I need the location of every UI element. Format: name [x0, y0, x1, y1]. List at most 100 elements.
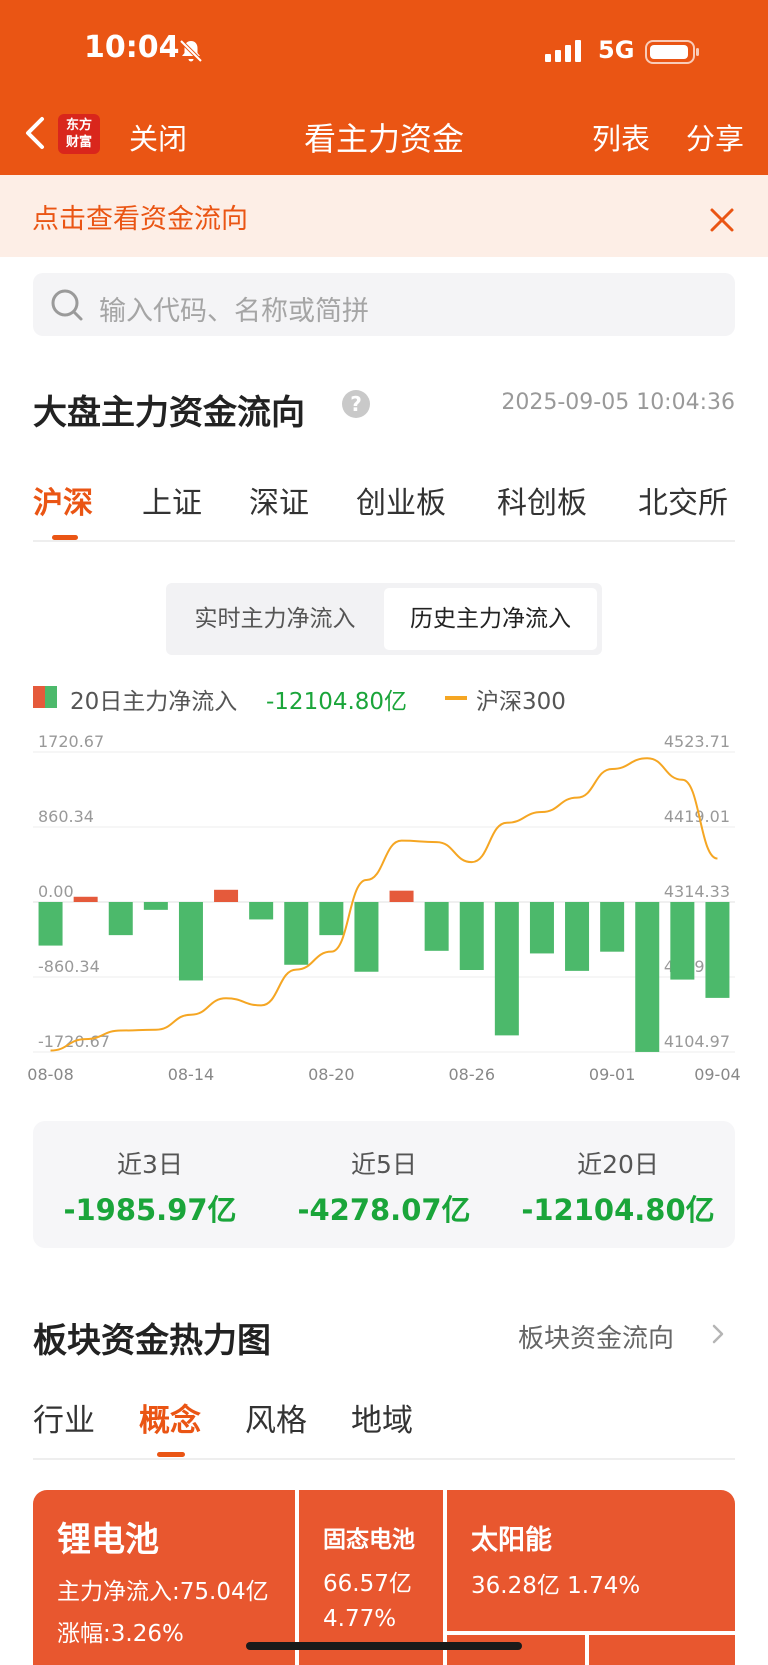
flow-bar — [354, 902, 379, 972]
chevron-right-icon[interactable] — [710, 1322, 726, 1346]
page-title: 看主力资金 — [303, 120, 464, 158]
share-button[interactable]: 分享 — [686, 116, 744, 158]
market-tabs: 沪深 上证 深证 创业板 科创板 北交所 — [0, 478, 768, 542]
search-placeholder: 输入代码、名称或简拼 — [99, 296, 369, 327]
tab-hushen[interactable]: 沪深 — [33, 478, 93, 522]
tab-shanghai[interactable]: 上证 — [142, 478, 202, 522]
summary-label: 近5日 — [351, 1150, 417, 1179]
heat-tile[interactable] — [589, 1635, 735, 1665]
tab-style[interactable]: 风格 — [245, 1395, 307, 1440]
chart-legend: 20日主力净流入 -12104.80亿 沪深300 — [0, 680, 768, 716]
tile-change: 4.77% — [323, 1606, 397, 1632]
x-tick-label: 08-08 — [27, 1065, 74, 1084]
tile-values: 36.28亿 1.74% — [471, 1573, 641, 1599]
summary-value: -4278.07亿 — [297, 1193, 471, 1227]
status-bar: 10:04 5G — [0, 30, 768, 74]
flow-bar — [108, 902, 133, 936]
battery-icon — [645, 40, 699, 64]
tab-bse[interactable]: 北交所 — [638, 478, 728, 522]
home-indicator — [246, 1642, 522, 1650]
update-timestamp: 2025-09-05 10:04:36 — [501, 390, 735, 415]
x-tick-label: 08-26 — [449, 1065, 496, 1084]
tab-star-market[interactable]: 科创板 — [497, 478, 587, 522]
active-tab-indicator — [157, 1452, 185, 1457]
summary-3d: 近3日 -1985.97亿 — [33, 1121, 267, 1248]
toggle-history[interactable]: 历史主力净流入 — [384, 588, 597, 650]
x-tick-label: 08-20 — [308, 1065, 355, 1084]
tile-name: 固态电池 — [323, 1527, 415, 1553]
list-button[interactable]: 列表 — [592, 116, 650, 158]
heatmap-tabs: 行业 概念 风格 地域 — [0, 1395, 768, 1459]
flow-bar — [143, 902, 168, 910]
heat-tile[interactable] — [447, 1635, 585, 1665]
close-icon[interactable] — [708, 206, 736, 234]
legend-flow-value: -12104.80亿 — [266, 689, 408, 715]
sector-flow-link[interactable]: 板块资金流向 — [518, 1318, 674, 1355]
y-tick-right: 4523.71 — [664, 732, 730, 751]
legend-line-swatch — [445, 696, 467, 700]
sector-heatmap: 锂电池 主力净流入:75.04亿 涨幅:3.26% 固态电池 66.57亿 4.… — [33, 1490, 735, 1665]
heat-tile-solid-state-battery[interactable]: 固态电池 66.57亿 4.77% — [299, 1490, 443, 1665]
tile-change: 涨幅:3.26% — [57, 1621, 184, 1647]
tab-concept[interactable]: 概念 — [139, 1395, 201, 1440]
flow-mode-toggle: 实时主力净流入 历史主力净流入 — [166, 583, 602, 655]
flow-bar — [529, 902, 554, 954]
y-tick-left: -860.34 — [38, 957, 100, 976]
flow-bar — [73, 896, 98, 902]
flow-bar — [214, 889, 239, 902]
flow-bar — [635, 902, 660, 1052]
flow-bar — [249, 902, 274, 920]
legend-bar-swatch — [33, 686, 57, 708]
help-icon[interactable]: ? — [342, 390, 370, 418]
tab-chinext[interactable]: 创业板 — [356, 478, 446, 522]
flow-bar — [319, 902, 344, 936]
y-tick-left: 0.00 — [38, 882, 74, 901]
banner-text[interactable]: 点击查看资金流向 — [32, 197, 248, 236]
tab-shenzhen[interactable]: 深证 — [249, 478, 309, 522]
summary-5d: 近5日 -4278.07亿 — [267, 1121, 501, 1248]
y-tick-right: 4104.97 — [664, 1032, 730, 1051]
toggle-realtime[interactable]: 实时主力净流入 — [166, 583, 384, 655]
x-tick-label: 09-01 — [589, 1065, 636, 1084]
section-title: 大盘主力资金流向 — [33, 393, 305, 433]
flow-bar — [38, 902, 63, 946]
tab-industry[interactable]: 行业 — [33, 1395, 95, 1440]
legend-index-name: 沪深300 — [476, 689, 566, 715]
flow-bar — [389, 890, 414, 902]
flow-bar — [670, 902, 695, 980]
divider — [33, 1458, 735, 1460]
flow-bar — [600, 902, 625, 952]
summary-value: -1985.97亿 — [63, 1193, 237, 1227]
tab-region[interactable]: 地域 — [351, 1395, 413, 1440]
summary-label: 近3日 — [117, 1150, 183, 1179]
heatmap-title: 板块资金热力图 — [33, 1321, 271, 1361]
flow-bar — [284, 902, 309, 965]
flow-bar — [494, 902, 519, 1036]
heat-tile-lithium-battery[interactable]: 锂电池 主力净流入:75.04亿 涨幅:3.26% — [33, 1490, 295, 1665]
flow-bar — [459, 902, 484, 970]
y-tick-left: 860.34 — [38, 807, 94, 826]
search-input[interactable]: 输入代码、名称或简拼 — [33, 273, 735, 336]
notice-banner[interactable]: 点击查看资金流向 — [0, 175, 768, 257]
x-tick-label: 08-14 — [168, 1065, 215, 1084]
flow-bar — [178, 902, 203, 981]
app-header: 10:04 5G 东方 财富 关闭 看主力资金 列表 分享 — [0, 0, 768, 175]
nav-bar: 东方 财富 关闭 看主力资金 列表 分享 — [0, 104, 768, 164]
summary-label: 近20日 — [577, 1150, 659, 1179]
tile-net-inflow: 66.57亿 — [323, 1571, 412, 1597]
flow-summary: 近3日 -1985.97亿 近5日 -4278.07亿 近20日 -12104.… — [33, 1121, 735, 1248]
x-tick-label: 09-04 — [694, 1065, 741, 1084]
legend-flow-name: 20日主力净流入 — [70, 689, 238, 715]
search-icon — [51, 289, 83, 321]
tile-name: 锂电池 — [57, 1520, 159, 1560]
tile-net-inflow: 主力净流入:75.04亿 — [57, 1579, 269, 1605]
status-time: 10:04 — [84, 30, 180, 65]
heat-tile-solar[interactable]: 太阳能 36.28亿 1.74% — [447, 1490, 735, 1631]
tile-name: 太阳能 — [471, 1525, 552, 1556]
summary-value: -12104.80亿 — [521, 1193, 715, 1227]
fund-flow-chart[interactable]: 1720.67860.340.00-860.34-1720.674523.714… — [0, 730, 768, 1090]
bell-off-icon — [179, 39, 203, 63]
network-type: 5G — [598, 36, 635, 64]
divider — [33, 540, 735, 542]
signal-icon — [545, 40, 581, 62]
